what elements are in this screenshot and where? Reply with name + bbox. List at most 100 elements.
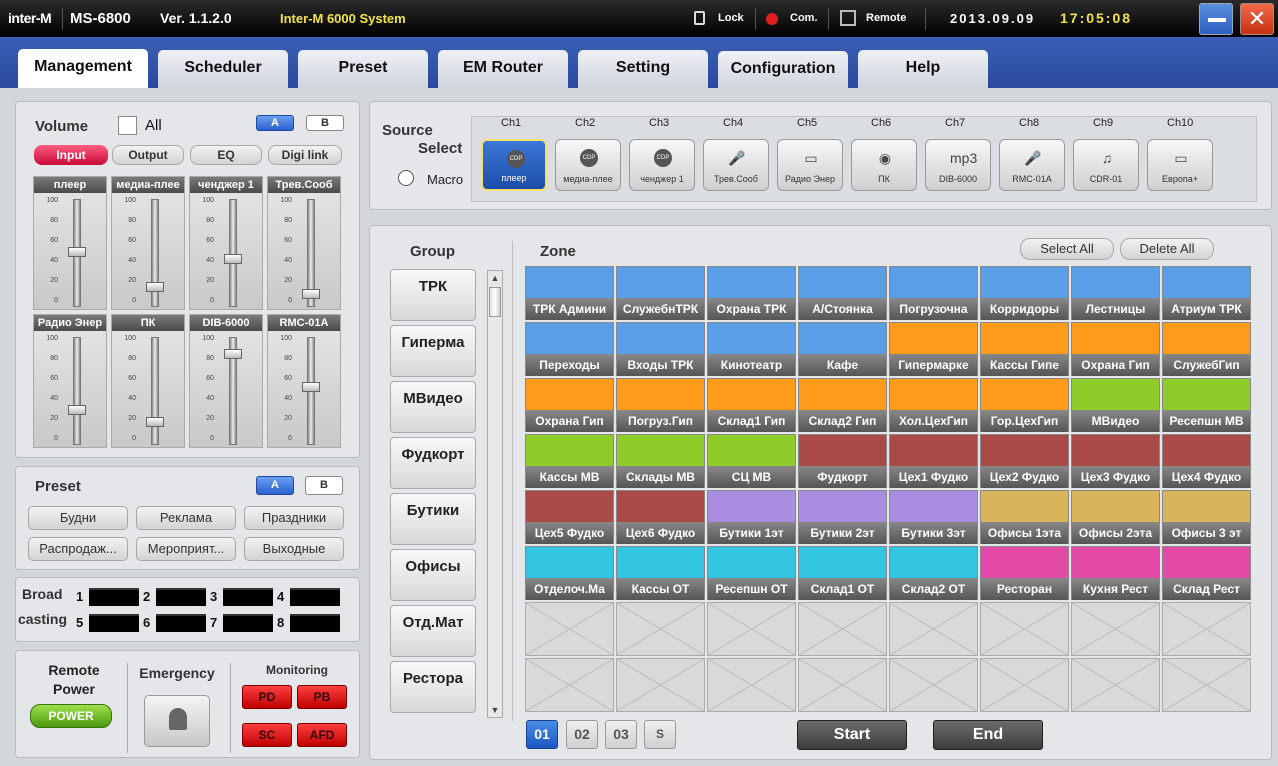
monitor-sc-button[interactable]: SC <box>242 723 292 747</box>
zone-button[interactable]: Ресторан <box>980 546 1069 600</box>
zone-page-s[interactable]: S <box>644 720 676 749</box>
select-all-button[interactable]: Select All <box>1020 238 1114 260</box>
all-checkbox[interactable] <box>118 116 137 135</box>
volume-fader-knob[interactable] <box>224 349 242 359</box>
zone-button[interactable]: Офисы 2эта <box>1071 490 1160 544</box>
volume-fader-knob[interactable] <box>302 289 320 299</box>
zone-button[interactable]: СлужебнТРК <box>616 266 705 320</box>
group-button-1[interactable]: ТРК <box>390 269 476 321</box>
digi-link-mode-button[interactable]: Digi link <box>268 145 342 165</box>
group-button-5[interactable]: Бутики <box>390 493 476 545</box>
zone-button[interactable]: СЦ МВ <box>707 434 796 488</box>
zone-button[interactable]: Отделоч.Ма <box>525 546 614 600</box>
group-button-3[interactable]: МВидео <box>390 381 476 433</box>
preset-button-5[interactable]: Мероприят... <box>136 537 236 561</box>
group-button-4[interactable]: Фудкорт <box>390 437 476 489</box>
tab-setting[interactable]: Setting <box>578 50 708 88</box>
zone-button[interactable]: Бутики 2эт <box>798 490 887 544</box>
tab-help[interactable]: Help <box>858 50 988 88</box>
zone-button[interactable]: Входы ТРК <box>616 322 705 376</box>
zone-button[interactable]: Кассы МВ <box>525 434 614 488</box>
source-channel-9-button[interactable]: ♫ CDR-01 <box>1073 139 1139 191</box>
volume-bank-a-button[interactable]: A <box>256 115 294 131</box>
preset-bank-a-button[interactable]: A <box>256 476 294 495</box>
zone-button[interactable]: Кассы ОТ <box>616 546 705 600</box>
volume-fader-track[interactable] <box>73 337 81 445</box>
power-button[interactable]: POWER <box>30 704 112 728</box>
remote-label[interactable]: Remote <box>866 0 906 37</box>
zone-button[interactable]: Охрана Гип <box>1071 322 1160 376</box>
monitor-pd-button[interactable]: PD <box>242 685 292 709</box>
tab-preset[interactable]: Preset <box>298 50 428 88</box>
monitor-afd-button[interactable]: AFD <box>297 723 347 747</box>
volume-fader-knob[interactable] <box>146 282 164 292</box>
volume-fader-knob[interactable] <box>224 254 242 264</box>
remote-icon[interactable] <box>840 10 856 26</box>
tab-scheduler[interactable]: Scheduler <box>158 50 288 88</box>
volume-fader-track[interactable] <box>229 199 237 307</box>
zone-button[interactable]: Бутики 1эт <box>707 490 796 544</box>
group-button-7[interactable]: Отд.Мат <box>390 605 476 657</box>
zone-page-02[interactable]: 02 <box>566 720 598 749</box>
volume-fader-knob[interactable] <box>146 417 164 427</box>
preset-button-3[interactable]: Праздники <box>244 506 344 530</box>
macro-radio[interactable] <box>398 170 414 186</box>
zone-button[interactable]: Склад Рест <box>1162 546 1251 600</box>
zone-button[interactable]: Склад2 ОТ <box>889 546 978 600</box>
output-mode-button[interactable]: Output <box>112 145 184 165</box>
zone-button[interactable]: Переходы <box>525 322 614 376</box>
eq-mode-button[interactable]: EQ <box>190 145 262 165</box>
zone-button[interactable]: Цех2 Фудко <box>980 434 1069 488</box>
preset-button-4[interactable]: Распродаж... <box>28 537 128 561</box>
zone-button[interactable]: Атриум ТРК <box>1162 266 1251 320</box>
group-button-8[interactable]: Рестора <box>390 661 476 713</box>
zone-button[interactable]: Склад1 ОТ <box>798 546 887 600</box>
group-scrollbar[interactable]: ▲ ▼ <box>487 270 503 718</box>
zone-button[interactable]: Корридоры <box>980 266 1069 320</box>
zone-page-01[interactable]: 01 <box>526 720 558 749</box>
preset-button-2[interactable]: Реклама <box>136 506 236 530</box>
zone-button[interactable]: ТРК Админи <box>525 266 614 320</box>
zone-button[interactable]: Кассы Гипе <box>980 322 1069 376</box>
volume-fader-knob[interactable] <box>68 247 86 257</box>
preset-button-1[interactable]: Будни <box>28 506 128 530</box>
minimize-button[interactable] <box>1199 3 1233 35</box>
source-channel-6-button[interactable]: ◉ ПК <box>851 139 917 191</box>
volume-fader-knob[interactable] <box>68 405 86 415</box>
zone-button[interactable]: Кинотеатр <box>707 322 796 376</box>
zone-button[interactable]: Хол.ЦехГип <box>889 378 978 432</box>
zone-button[interactable]: Гор.ЦехГип <box>980 378 1069 432</box>
monitor-pb-button[interactable]: PB <box>297 685 347 709</box>
zone-button[interactable]: Лестницы <box>1071 266 1160 320</box>
zone-button[interactable]: СлужебГип <box>1162 322 1251 376</box>
zone-button[interactable]: Охрана Гип <box>525 378 614 432</box>
zone-button[interactable]: МВидео <box>1071 378 1160 432</box>
zone-button[interactable]: Цех5 Фудко <box>525 490 614 544</box>
zone-button[interactable]: Погруз.Гип <box>616 378 705 432</box>
source-channel-1-button[interactable]: CDP плеер <box>481 139 547 191</box>
zone-button[interactable]: Гипермарке <box>889 322 978 376</box>
zone-button[interactable]: Офисы 3 эт <box>1162 490 1251 544</box>
end-button[interactable]: End <box>933 720 1043 750</box>
lock-icon[interactable] <box>694 11 705 25</box>
delete-all-button[interactable]: Delete All <box>1120 238 1214 260</box>
volume-bank-b-button[interactable]: B <box>306 115 344 131</box>
zone-button[interactable]: Склады МВ <box>616 434 705 488</box>
tab-em-router[interactable]: EM Router <box>438 50 568 88</box>
source-channel-7-button[interactable]: mp3 DIB-6000 <box>925 139 991 191</box>
source-channel-3-button[interactable]: CDP ченджер 1 <box>629 139 695 191</box>
preset-bank-b-button[interactable]: B <box>305 476 343 495</box>
source-channel-8-button[interactable]: 🎤 RMC-01A <box>999 139 1065 191</box>
scroll-down-icon[interactable]: ▼ <box>488 703 502 717</box>
lock-label[interactable]: Lock <box>718 0 744 37</box>
zone-button[interactable]: Охрана ТРК <box>707 266 796 320</box>
volume-fader-knob[interactable] <box>302 382 320 392</box>
tab-management[interactable]: Management <box>18 49 148 89</box>
zone-button[interactable]: Ресепшн ОТ <box>707 546 796 600</box>
emergency-button[interactable] <box>144 695 210 747</box>
preset-button-6[interactable]: Выходные <box>244 537 344 561</box>
tab-configuration[interactable]: Configuration <box>718 51 848 89</box>
zone-page-03[interactable]: 03 <box>605 720 637 749</box>
scroll-thumb[interactable] <box>489 287 501 317</box>
source-channel-2-button[interactable]: CDP медиа-плее <box>555 139 621 191</box>
